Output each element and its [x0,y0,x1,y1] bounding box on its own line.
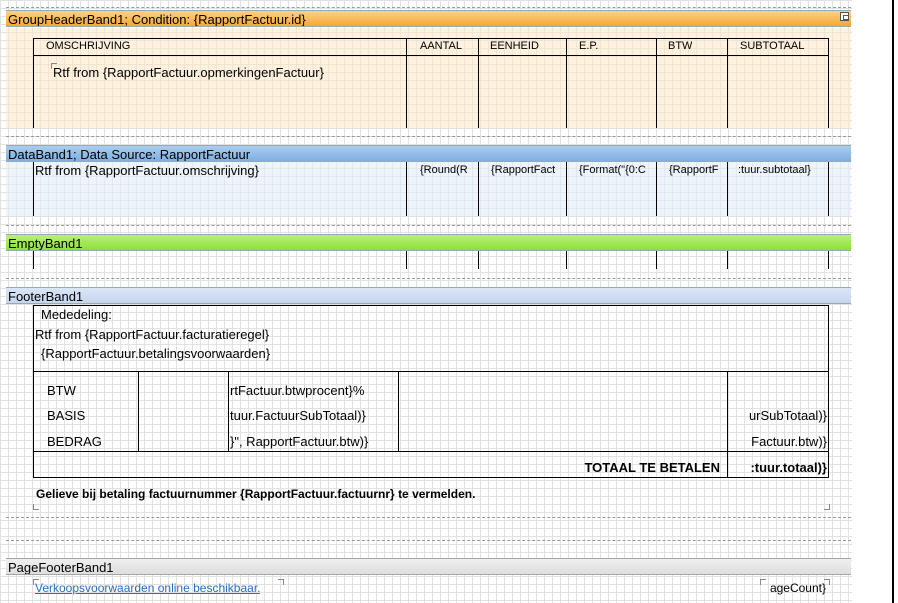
column-header-aantal[interactable]: AANTAL [420,40,462,52]
page-footer-band-title[interactable]: PageFooterBand1 [6,558,851,575]
column-header-omschrijving[interactable]: OMSCHRIJVING [46,40,130,52]
band-separator [6,517,851,518]
page-right-edge [892,0,894,603]
empty-band-title[interactable]: EmptyBand1 [6,234,851,251]
bedrag-row-right-value[interactable]: Factuur.btw)} [729,434,827,449]
column-header-btw[interactable]: BTW [668,40,692,52]
betalingsvoorwaarden-field[interactable]: {RapportFactuur.betalingsvoorwaarden} [41,346,270,361]
canvas-right-margin [852,0,892,603]
band-separator [6,7,851,8]
group-header-band-label: GroupHeaderBand1; Condition: {RapportFac… [8,12,306,27]
verkoopsvoorwaarden-link[interactable]: Verkoopsvoorwaarden online beschikbaar. [35,581,260,595]
totaal-value[interactable]: :tuur.totaal)} [729,460,827,475]
report-design-canvas[interactable]: GroupHeaderBand1; Condition: {RapportFac… [0,0,852,603]
payment-notice[interactable]: Gelieve bij betaling factuurnummer {Rapp… [36,487,475,501]
page-footer-band-label: PageFooterBand1 [8,560,114,575]
aantal-field[interactable]: {Round(R [420,164,476,176]
bedrag-row-value[interactable]: }", RapportFactuur.btw)} [230,434,396,449]
ep-field[interactable]: {Format("{0:C [579,164,653,176]
btw-row-label[interactable]: BTW [47,383,76,398]
band-separator [6,540,851,541]
column-header-eenheid[interactable]: EENHEID [490,40,539,52]
rtf-facturatieregel-field[interactable]: Rtf from {RapportFactuur.facturatieregel… [35,327,269,342]
group-header-band-title[interactable]: GroupHeaderBand1; Condition: {RapportFac… [6,10,851,27]
empty-band-label: EmptyBand1 [8,236,83,251]
page-footer-band-body[interactable]: Verkoopsvoorwaarden online beschikbaar. … [6,575,851,603]
group-header-band-body[interactable]: OMSCHRIJVING AANTAL EENHEID E.P. BTW SUB… [6,28,851,128]
btw-row-value[interactable]: rtFactuur.btwprocent}% [230,383,396,398]
band-separator [6,225,851,226]
band-separator [6,278,851,279]
basis-row-value[interactable]: tuur.FactuurSubTotaal)} [230,408,396,423]
rtf-omschrijving-field[interactable]: Rtf from {RapportFactuur.omschrijving} [35,163,259,178]
data-band-body[interactable]: Rtf from {RapportFactuur.omschrijving} {… [6,162,851,216]
data-band-title[interactable]: DataBand1; Data Source: RapportFactuur [6,145,851,162]
eenheid-field[interactable]: {RapportFact [491,164,563,176]
band-separator [6,136,851,137]
subtotaal-field[interactable]: :tuur.subtotaal} [738,164,826,176]
footer-band-body[interactable]: Mededeling: Rtf from {RapportFactuur.fac… [6,304,851,514]
band-collapse-icon[interactable] [840,12,849,21]
bedrag-row-label[interactable]: BEDRAG [47,434,102,449]
totaal-te-betalen-label[interactable]: TOTAAL TE BETALEN [566,460,720,475]
mededeling-label[interactable]: Mededeling: [41,307,112,322]
rtf-opmerkingen-field[interactable]: Rtf from {RapportFactuur.opmerkingenFact… [53,65,324,80]
data-band-label: DataBand1; Data Source: RapportFactuur [8,147,251,162]
footer-band-title[interactable]: FooterBand1 [6,287,851,304]
page-count-field[interactable]: ageCount} [762,581,826,595]
column-header-ep[interactable]: E.P. [579,40,598,52]
btw-field[interactable]: {RapportF [669,164,725,176]
column-header-subtotaal[interactable]: SUBTOTAAL [740,40,804,52]
footer-band-label: FooterBand1 [8,289,84,304]
basis-row-right-value[interactable]: urSubTotaal)} [729,408,827,423]
basis-row-label[interactable]: BASIS [47,408,85,423]
empty-band-body[interactable] [6,251,851,269]
